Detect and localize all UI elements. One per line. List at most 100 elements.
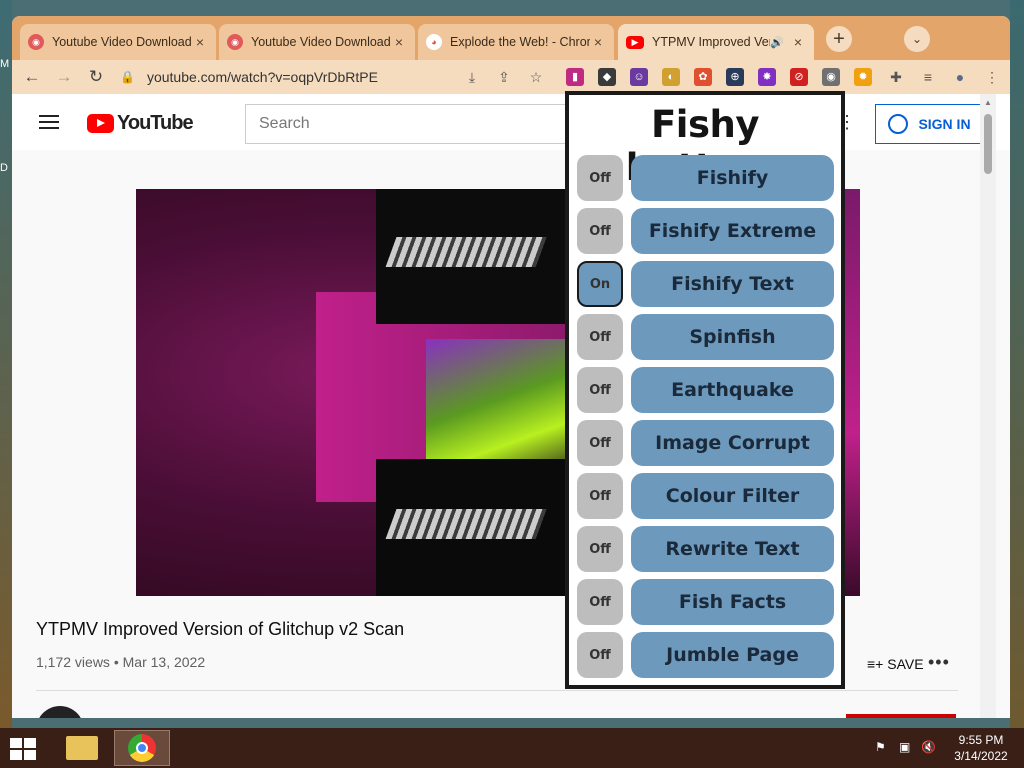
search-input[interactable]: Search xyxy=(245,104,575,144)
media-control-icon[interactable]: ≡ xyxy=(918,67,938,87)
network-icon[interactable]: ▣ xyxy=(899,740,910,754)
channel-avatar[interactable] xyxy=(36,706,84,718)
tab-title: Youtube Video Downloader xyxy=(52,35,192,49)
close-icon[interactable]: × xyxy=(590,34,606,50)
close-icon[interactable]: × xyxy=(790,34,806,50)
earthquake-button[interactable]: Earthquake xyxy=(631,367,834,413)
jumble-page-button[interactable]: Jumble Page xyxy=(631,632,834,678)
video-meta: 1,172 views • Mar 13, 2022 xyxy=(36,654,205,670)
youtube-logo[interactable]: YouTube xyxy=(87,112,194,135)
upload-date: Mar 13, 2022 xyxy=(122,654,206,670)
chrome-store-icon: ◕ xyxy=(426,34,442,50)
fish-ext-icon[interactable]: ◉ xyxy=(822,68,840,86)
tab-title: Explode the Web! - Chrome xyxy=(450,35,590,49)
toggle-fishify-text[interactable]: On xyxy=(577,261,623,307)
browser-toolbar: ← → ↻ 🔒 youtube.com/watch?v=oqpVrDbRtPE … xyxy=(12,60,1010,94)
burst-ext-icon[interactable]: ✸ xyxy=(758,68,776,86)
close-icon[interactable]: × xyxy=(391,34,407,50)
url-text: youtube.com/watch?v=oqpVrDbRtPE xyxy=(146,69,378,85)
youtube-icon: ▶ xyxy=(626,35,644,49)
tab-youtube-downloader-1[interactable]: ◉ Youtube Video Downloader × xyxy=(20,24,216,60)
fishy-row: Off Fishify Extreme xyxy=(577,208,836,254)
colour-filter-button[interactable]: Colour Filter xyxy=(631,473,834,519)
image-corrupt-button[interactable]: Image Corrupt xyxy=(631,420,834,466)
youtube-header: YouTube Search ⋮ SIGN IN xyxy=(12,94,1010,150)
fishy-row: Off Jumble Page xyxy=(577,632,836,678)
tab-ytpmv-active[interactable]: ▶ YTPMV Improved Version 🔊 × xyxy=(618,24,814,60)
browser-window: ◉ Youtube Video Downloader × ◉ Youtube V… xyxy=(12,16,1010,718)
folder-icon xyxy=(66,736,98,760)
toggle-earthquake[interactable]: Off xyxy=(577,367,623,413)
fishy-row: Off Earthquake xyxy=(577,367,836,413)
scroll-up-arrow-icon[interactable]: ▲ xyxy=(984,98,992,107)
save-button[interactable]: ≡+ SAVE xyxy=(867,656,924,672)
fishify-button[interactable]: Fishify xyxy=(631,155,834,201)
fishify-text-button[interactable]: Fishify Text xyxy=(631,261,834,307)
scroll-thumb[interactable] xyxy=(984,114,992,174)
profile-icon[interactable]: ● xyxy=(950,67,970,87)
hat-ext-icon[interactable]: ◆ xyxy=(598,68,616,86)
fishy-row: Off Fish Facts xyxy=(577,579,836,625)
paint-ext-icon[interactable]: ✿ xyxy=(694,68,712,86)
toggle-rewrite-text[interactable]: Off xyxy=(577,526,623,572)
location-icon: ◉ xyxy=(28,34,44,50)
toggle-image-corrupt[interactable]: Off xyxy=(577,420,623,466)
more-actions-icon[interactable]: ••• xyxy=(928,652,950,673)
spinfish-button[interactable]: Spinfish xyxy=(631,314,834,360)
subscribe-button[interactable] xyxy=(846,714,956,718)
start-button[interactable] xyxy=(10,738,38,760)
tab-explode-the-web[interactable]: ◕ Explode the Web! - Chrome × xyxy=(418,24,614,60)
close-icon[interactable]: × xyxy=(192,34,208,50)
tab-search-button[interactable]: ⌄ xyxy=(904,26,930,52)
forward-button[interactable]: → xyxy=(52,65,76,89)
back-button[interactable]: ← xyxy=(20,65,44,89)
reload-button[interactable]: ↻ xyxy=(84,65,108,89)
chrome-icon xyxy=(128,734,156,762)
toggle-fishify-extreme[interactable]: Off xyxy=(577,208,623,254)
fishy-row: Off Spinfish xyxy=(577,314,836,360)
system-clock[interactable]: 9:55 PM 3/14/2022 xyxy=(948,732,1014,764)
tab-strip: ◉ Youtube Video Downloader × ◉ Youtube V… xyxy=(12,16,1010,60)
youtube-logo-text: YouTube xyxy=(117,112,194,134)
sun-ext-icon[interactable]: ✹ xyxy=(854,68,872,86)
youtube-play-icon xyxy=(87,114,114,133)
speaker-icon[interactable]: 🔊 xyxy=(770,36,784,49)
crosshair-ext-icon[interactable]: ⊕ xyxy=(726,68,744,86)
location-icon: ◉ xyxy=(227,34,243,50)
fishify-extreme-button[interactable]: Fishify Extreme xyxy=(631,208,834,254)
extensions-puzzle-icon[interactable]: ✚ xyxy=(886,67,906,87)
chrome-taskbar-button[interactable] xyxy=(114,730,170,766)
desktop-icon-label: D xyxy=(0,162,8,174)
toggle-jumble-page[interactable]: Off xyxy=(577,632,623,678)
sign-in-button[interactable]: SIGN IN xyxy=(875,104,984,144)
toggle-fish-facts[interactable]: Off xyxy=(577,579,623,625)
fishy-buttons-popup: Fishy buttons OffFishifyOffFishify Extre… xyxy=(565,91,845,689)
fish-facts-button[interactable]: Fish Facts xyxy=(631,579,834,625)
cat-ext-icon[interactable]: ◐ xyxy=(662,68,680,86)
share-icon[interactable]: ⇪ xyxy=(494,67,514,87)
volume-muted-icon[interactable]: 🔇 xyxy=(921,740,936,754)
file-explorer-button[interactable] xyxy=(54,730,110,766)
page-scrollbar[interactable]: ▲ xyxy=(980,94,996,718)
bookmark-star-icon[interactable]: ☆ xyxy=(526,67,546,87)
fishy-row: Off Image Corrupt xyxy=(577,420,836,466)
new-tab-button[interactable]: + xyxy=(826,26,852,52)
toggle-colour-filter[interactable]: Off xyxy=(577,473,623,519)
tab-youtube-downloader-2[interactable]: ◉ Youtube Video Downloader × xyxy=(219,24,415,60)
flag-icon[interactable]: ⚑ xyxy=(875,740,886,754)
lock-icon[interactable]: 🔒 xyxy=(120,70,135,84)
sign-in-label: SIGN IN xyxy=(918,116,971,132)
alien-ext-icon[interactable]: ☺ xyxy=(630,68,648,86)
clock-date: 3/14/2022 xyxy=(954,749,1008,763)
video-title: YTPMV Improved Version of Glitchup v2 Sc… xyxy=(36,619,405,639)
meta-separator: • xyxy=(113,654,119,670)
toggle-fishify[interactable]: Off xyxy=(577,155,623,201)
browser-menu-icon[interactable]: ⋮ xyxy=(982,67,1002,87)
hamburger-menu-icon[interactable] xyxy=(39,115,59,129)
block-ext-icon[interactable]: ⊘ xyxy=(790,68,808,86)
toggle-spinfish[interactable]: Off xyxy=(577,314,623,360)
rainbow-ext-icon[interactable]: ▮ xyxy=(566,68,584,86)
clock-time: 9:55 PM xyxy=(958,733,1004,747)
rewrite-text-button[interactable]: Rewrite Text xyxy=(631,526,834,572)
install-icon[interactable]: ⤓ xyxy=(462,67,482,87)
